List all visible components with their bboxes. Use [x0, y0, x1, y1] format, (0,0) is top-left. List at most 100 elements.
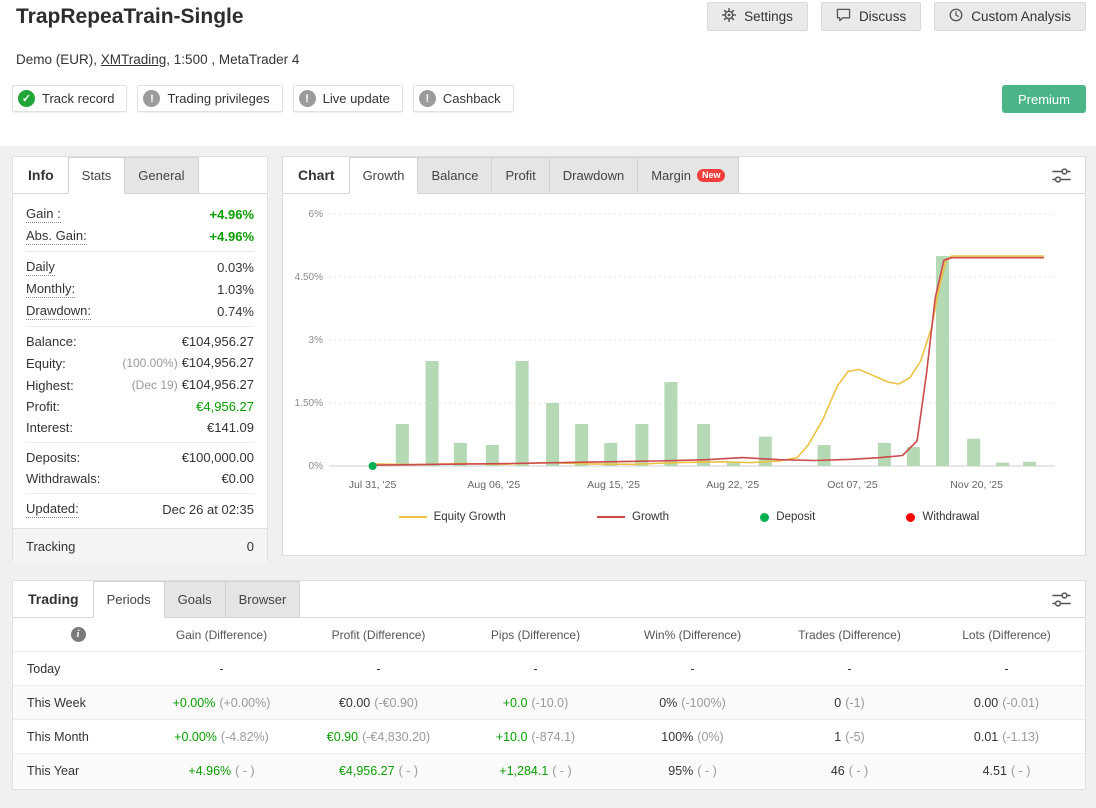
cell-main-value: +10.0 — [495, 729, 528, 744]
stat-value-text: €141.09 — [207, 420, 254, 435]
periods-panel-title: Trading — [28, 591, 79, 607]
cell-main-value: - — [847, 661, 852, 676]
period-row-this-year: This Year +4.96%( - ) €4,956.27( - ) +1,284… — [13, 753, 1085, 787]
tab-general[interactable]: General — [124, 157, 199, 194]
cell-difference-value: ( - ) — [697, 763, 717, 778]
badge-live-update[interactable]: ! Live update — [292, 85, 403, 112]
tab-stats[interactable]: Stats — [67, 157, 126, 194]
stat-value: €104,956.27 — [182, 333, 254, 350]
badge-label: Live update — [322, 91, 390, 106]
stat-group: Updated: Dec 26 at 02:35 — [26, 493, 254, 524]
period-cell: +0.00% (-4.82%) — [143, 730, 300, 744]
tab-balance[interactable]: Balance — [417, 157, 493, 194]
badge-track-record[interactable]: ✓ Track record — [12, 85, 128, 112]
period-cell: 100% (0%) — [614, 730, 771, 744]
badge-label: Trading privileges — [167, 91, 270, 106]
stat-value-text: €0.00 — [221, 471, 254, 486]
stat-value: €4,956.27 — [196, 398, 254, 415]
tab-goals[interactable]: Goals — [163, 581, 226, 618]
chart-panel-header: Chart Growth Balance Profit Drawdown Margin N… — [283, 157, 1085, 194]
settings-button[interactable]: Settings — [707, 2, 808, 31]
column-header-profit: Profit (Difference) — [331, 627, 426, 642]
tab-periods[interactable]: Periods — [92, 581, 165, 618]
column-header-lots: Lots (Difference) — [962, 627, 1051, 642]
period-cell: +10.0 (-874.1) — [457, 730, 614, 744]
period-cell: +0.00% (+0.00%) — [143, 696, 300, 710]
growth-chart: 0% 1.50% 3% 4.50% 6% Jul 31, '25 Aug 06, '25 Au… — [295, 209, 1055, 491]
period-cell: - — [457, 662, 614, 676]
legend-label: Growth — [632, 511, 670, 523]
stat-value: €100,000.00 — [182, 449, 254, 466]
info-panel-title: Info — [28, 167, 54, 183]
tab-drawdown[interactable]: Drawdown — [548, 157, 639, 194]
column-header-trades: Trades (Difference) — [798, 627, 901, 642]
exclamation-circle-icon: ! — [298, 90, 316, 107]
stat-value: 0 — [247, 538, 254, 555]
stat-value-text: €104,956.27 — [181, 377, 254, 392]
period-cell: +4.96%( - ) — [143, 764, 300, 778]
period-row-today: Today - - - - - - — [13, 651, 1085, 685]
cell-difference-value: (0%) — [697, 729, 724, 744]
column-header-win: Win% (Difference) — [643, 627, 742, 642]
stat-row-profit: Profit: €4,956.27 — [26, 396, 254, 417]
stat-row-tracking: Tracking 0 — [26, 536, 254, 557]
info-body: Gain : +4.96% Abs. Gain: +4.96% Daily 0.03% Mo… — [13, 194, 267, 564]
cell-main-value: - — [376, 661, 381, 676]
legend-swatch — [398, 516, 427, 518]
info-panel: Info Stats General Gain : +4.96% Abs. Gain:… — [12, 156, 268, 564]
table-header-cell-0: i — [13, 627, 143, 642]
cell-main-value: +0.00% — [174, 729, 217, 744]
period-cell: +1,284.1( - ) — [457, 764, 614, 778]
tab-growth[interactable]: Growth — [348, 157, 419, 194]
tab-label: Goals — [177, 592, 212, 607]
svg-text:Nov 20, '25: Nov 20, '25 — [950, 479, 1003, 491]
legend-item-withdrawal: Withdrawal — [906, 511, 979, 523]
broker-link[interactable]: XMTrading — [101, 52, 167, 67]
info-icon[interactable]: i — [70, 627, 86, 642]
chart-area: 0% 1.50% 3% 4.50% 6% Jul 31, '25 Aug 06, '25 Au… — [283, 194, 1085, 507]
svg-text:6%: 6% — [309, 209, 324, 220]
custom-analysis-button[interactable]: Custom Analysis — [934, 2, 1086, 31]
tab-label: Margin — [651, 168, 691, 183]
gear-icon — [722, 7, 737, 25]
period-cell: 46( - ) — [771, 764, 928, 778]
stat-value-text: 0.74% — [217, 303, 254, 319]
svg-text:Oct 07, '25: Oct 07, '25 — [827, 479, 878, 491]
content-area: Info Stats General Gain : +4.96% Abs. Gain:… — [0, 146, 1096, 808]
cell-main-value: +1,284.1 — [499, 763, 549, 778]
stat-group: Deposits: €100,000.00 Withdrawals: €0.00 — [26, 442, 254, 493]
button-label: Settings — [744, 9, 793, 24]
stat-label: Daily — [26, 259, 55, 276]
badge-cashback[interactable]: ! Cashback — [412, 85, 514, 112]
cell-main-value: 95% — [668, 763, 694, 778]
chart-filter-icon[interactable] — [1038, 157, 1085, 193]
stat-label: Profit: — [26, 399, 60, 414]
periods-panel: Trading Periods Goals Browser i Gain (Diffe… — [12, 580, 1086, 790]
cell-difference-value: (-€4,830.20) — [362, 729, 431, 744]
cell-main-value: 100% — [661, 729, 694, 744]
badge-trading-privileges[interactable]: ! Trading privileges — [137, 85, 283, 112]
stat-label: Highest: — [26, 377, 74, 393]
premium-button[interactable]: Premium — [1001, 85, 1086, 113]
cell-difference-value: ( - ) — [552, 763, 572, 778]
stat-group: Balance: €104,956.27 Equity: (100.00%) €104,… — [26, 326, 254, 442]
period-cell: 0.00 (-0.01) — [928, 696, 1085, 710]
cell-main-value: +4.96% — [188, 763, 232, 778]
periods-filter-icon[interactable] — [1038, 581, 1085, 617]
stat-value: +4.96% — [210, 206, 254, 223]
check-circle-icon: ✓ — [18, 90, 35, 107]
subtitle-text-2: , 1:500 , MetaTrader 4 — [166, 52, 300, 67]
page-title: TrapRepeaTrain-Single — [16, 5, 244, 28]
tab-browser[interactable]: Browser — [224, 581, 301, 618]
tab-margin[interactable]: Margin New — [637, 157, 740, 194]
period-cell: - — [771, 662, 928, 676]
stat-label: Deposits: — [26, 450, 81, 465]
period-row-this-week: This Week +0.00% (+0.00%) €0.00 (-€0.90) +0.0… — [13, 685, 1085, 719]
svg-text:Jul 31, '25: Jul 31, '25 — [349, 479, 397, 491]
stat-label: Withdrawals: — [26, 471, 101, 486]
stat-value: 0.03% — [217, 259, 254, 276]
periods-panel-tabs: Periods Goals Browser — [92, 581, 301, 618]
tab-profit[interactable]: Profit — [491, 157, 550, 194]
discuss-button[interactable]: Discuss — [820, 2, 922, 31]
period-cell: €0.00 (-€0.90) — [300, 696, 457, 710]
